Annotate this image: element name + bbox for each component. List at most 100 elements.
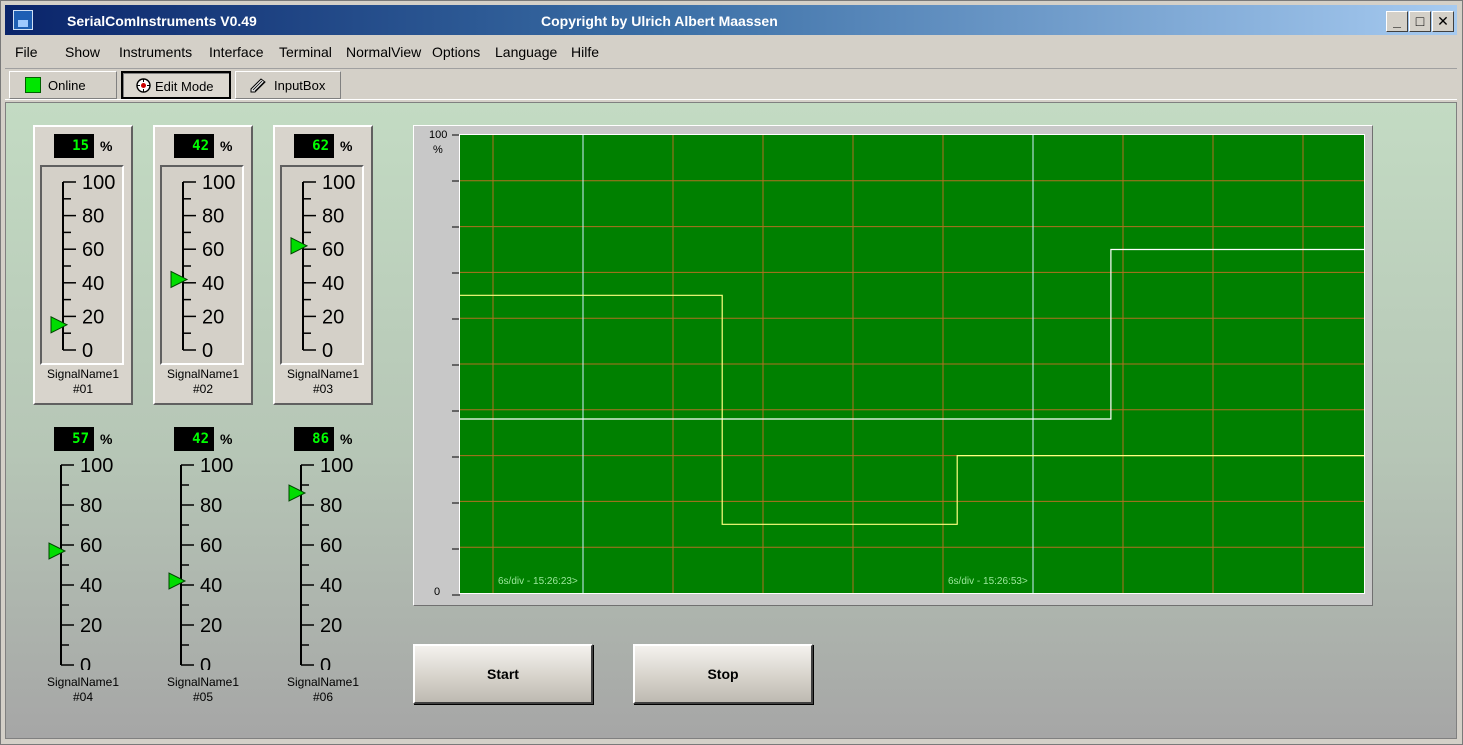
scale-tick-label: 40 — [320, 575, 342, 597]
instrument-02[interactable]: 42 % 100 80 60 40 20 0 SignalName1 #02 — [153, 125, 253, 405]
unit-label: % — [100, 431, 113, 447]
scale-tick-label: 80 — [200, 495, 222, 517]
online-label: Online — [48, 78, 86, 93]
app-window: SerialComInstruments V0.49 Copyright by … — [0, 0, 1463, 745]
signal-name: SignalName1 — [166, 675, 240, 689]
scale-tick-label: 0 — [80, 655, 91, 670]
scale-tick-label: 20 — [80, 615, 102, 637]
copyright-text: Copyright by Ulrich Albert Maassen — [541, 13, 778, 29]
menu-language[interactable]: Language — [495, 44, 557, 60]
scale-tick-label: 40 — [202, 273, 224, 295]
digital-display: 15 — [54, 134, 94, 158]
level-pointer-icon — [170, 270, 189, 289]
vertical-scale: 100 80 60 40 20 0 — [290, 172, 355, 362]
scale-box: 100 80 60 40 20 0 — [160, 450, 244, 670]
stop-button[interactable]: Stop — [633, 644, 813, 704]
digital-display: 62 — [294, 134, 334, 158]
scale-tick-label: 60 — [202, 239, 224, 261]
scale-tick-label: 60 — [322, 239, 344, 261]
scale-tick-label: 80 — [320, 495, 342, 517]
unit-label: % — [340, 138, 353, 154]
plot-svg — [460, 135, 1364, 593]
menu-hilfe[interactable]: Hilfe — [571, 44, 599, 60]
level-pointer-icon — [290, 237, 309, 255]
maximize-button[interactable]: □ — [1409, 11, 1431, 32]
instrument-04[interactable]: 57 % 100 80 60 40 20 0 SignalName1 #04 — [33, 418, 133, 704]
scale-box: 100 80 60 40 20 0 — [280, 165, 364, 365]
signal-name: SignalName1 — [286, 367, 360, 381]
scale-tick-label: 80 — [82, 206, 104, 228]
scale-tick-label: 0 — [200, 655, 211, 670]
series-line-2 — [460, 248, 1364, 420]
instrument-03[interactable]: 62 % 100 80 60 40 20 0 SignalName1 #03 — [273, 125, 373, 405]
menu-terminal[interactable]: Terminal — [279, 44, 332, 60]
vertical-scale: 100 80 60 40 20 0 — [48, 455, 113, 670]
scale-tick-label: 80 — [322, 206, 344, 228]
scale-tick-label: 100 — [320, 455, 353, 477]
scale-tick-label: 100 — [200, 455, 233, 477]
menu-show[interactable]: Show — [65, 44, 100, 60]
menu-interface[interactable]: Interface — [209, 44, 263, 60]
scale-tick-label: 20 — [82, 306, 104, 328]
scale-tick-label: 60 — [82, 239, 104, 261]
scale-tick-label: 40 — [200, 575, 222, 597]
menu-normalview[interactable]: NormalView — [346, 44, 421, 60]
scale-tick-label: 60 — [200, 535, 222, 557]
time-label-2: 6s/div - 15:26:53> — [948, 576, 1028, 587]
digital-display: 42 — [174, 134, 214, 158]
app-icon[interactable] — [13, 10, 33, 30]
window-title: SerialComInstruments V0.49 — [67, 13, 257, 29]
signal-id: #05 — [192, 690, 214, 704]
level-pointer-icon — [168, 572, 187, 590]
signal-name: SignalName1 — [46, 367, 120, 381]
online-button[interactable]: Online — [9, 71, 117, 99]
signal-id: #04 — [72, 690, 94, 704]
scale-tick-label: 20 — [320, 615, 342, 637]
vertical-scale: 100 80 60 40 20 0 — [168, 455, 233, 670]
unit-label: % — [340, 431, 353, 447]
chart-plot-area: 6s/div - 15:26:23> 6s/div - 15:26:53> — [459, 134, 1365, 594]
scale-tick-label: 60 — [80, 535, 102, 557]
scale-tick-label: 80 — [80, 495, 102, 517]
vertical-scale: 100 80 60 40 20 0 — [288, 455, 353, 670]
y-axis-unit: % — [433, 144, 443, 156]
minimize-button[interactable]: _ — [1386, 11, 1408, 32]
scale-box: 100 80 60 40 20 0 — [280, 450, 364, 670]
y-axis-min: 0 — [434, 586, 441, 598]
close-button[interactable]: ✕ — [1432, 11, 1454, 32]
chart-frame[interactable]: 100 % 0 6s/div - 15:26:23> 6s/div - 15:2… — [413, 125, 1373, 606]
unit-label: % — [220, 138, 233, 154]
scale-tick-label: 100 — [322, 172, 355, 194]
scale-tick-label: 0 — [320, 655, 331, 670]
scale-tick-label: 0 — [202, 340, 213, 362]
digital-display: 86 — [294, 427, 334, 451]
menu-options[interactable]: Options — [432, 44, 480, 60]
menu-instruments[interactable]: Instruments — [119, 44, 192, 60]
instrument-01[interactable]: 15 % 100 80 60 40 20 0 SignalName1 #01 — [33, 125, 133, 405]
scale-tick-label: 60 — [320, 535, 342, 557]
digital-display: 42 — [174, 427, 214, 451]
unit-label: % — [220, 431, 233, 447]
edit-mode-button[interactable]: Edit Mode — [121, 71, 231, 99]
scale-tick-label: 40 — [80, 575, 102, 597]
instrument-05[interactable]: 42 % 100 80 60 40 20 0 SignalName1 #05 — [153, 418, 253, 704]
signal-id: #01 — [72, 382, 94, 396]
scale-box: 100 80 60 40 20 0 — [160, 165, 244, 365]
scale-tick-label: 80 — [202, 206, 224, 228]
online-led-icon — [25, 77, 41, 93]
title-bar[interactable]: SerialComInstruments V0.49 Copyright by … — [5, 5, 1457, 35]
signal-name: SignalName1 — [286, 675, 360, 689]
signal-id: #02 — [192, 382, 214, 396]
level-pointer-icon — [288, 484, 307, 502]
instrument-06[interactable]: 86 % 100 80 60 40 20 0 SignalName1 #06 — [273, 418, 373, 704]
vertical-scale: 100 80 60 40 20 0 — [170, 172, 235, 362]
signal-name: SignalName1 — [166, 367, 240, 381]
y-axis-max: 100 — [429, 129, 448, 141]
scale-tick-label: 20 — [322, 306, 344, 328]
inputbox-button[interactable]: InputBox — [235, 71, 341, 99]
menu-file[interactable]: File — [15, 44, 38, 60]
scale-tick-label: 100 — [80, 455, 113, 477]
digital-display: 57 — [54, 427, 94, 451]
start-button[interactable]: Start — [413, 644, 593, 704]
toolbar: Online Edit Mode InputBox — [5, 68, 1457, 100]
